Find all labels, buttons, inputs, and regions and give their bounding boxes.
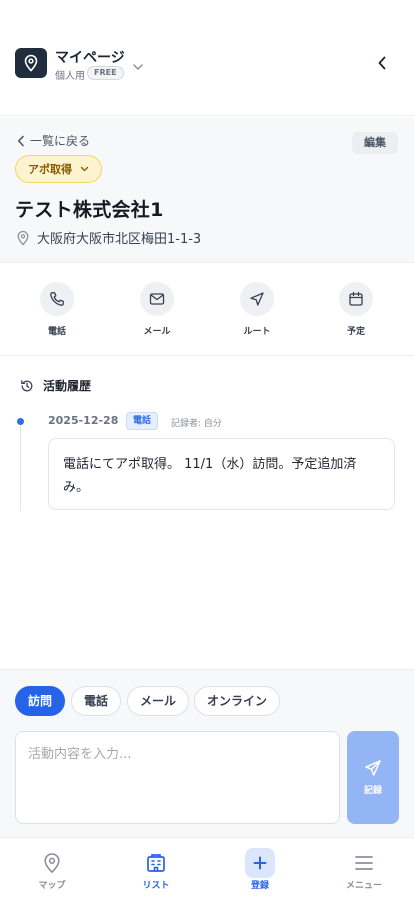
entry-author: 記録者: 自分 [171, 419, 222, 429]
mail-label: メール [143, 327, 171, 337]
entry-date: 2025-12-28 [48, 414, 119, 427]
schedule-label: 予定 [346, 327, 365, 337]
tab-register-label: 登録 [250, 881, 269, 891]
workspace-name[interactable]: マイページ [55, 47, 125, 67]
plan-badge: FREE [87, 66, 124, 80]
chip-phone[interactable]: 電話 [71, 686, 122, 716]
call-action[interactable]: 電話 [27, 282, 87, 337]
status-label: アポ取得 [28, 163, 72, 176]
tab-list[interactable]: リスト [121, 850, 191, 891]
chip-mail[interactable]: メール [127, 686, 190, 716]
timeline-dot [17, 418, 24, 425]
back-label: 一覧に戻る [30, 134, 91, 148]
plus-icon-wrap [225, 848, 295, 878]
history-icon [21, 379, 33, 391]
menu-icon [329, 850, 399, 876]
record-label: 記録 [363, 786, 382, 796]
tab-list-label: リスト [142, 881, 170, 891]
mail-action[interactable]: メール [127, 282, 187, 337]
call-label: 電話 [47, 327, 66, 337]
map-pin-icon [17, 230, 29, 245]
chip-visit[interactable]: 訪問 [15, 686, 66, 716]
quick-actions: 電話 メール ルート 予定 [0, 264, 414, 356]
history-header: 活動履歴 [20, 377, 91, 394]
activity-input[interactable] [15, 731, 340, 824]
activity-history: 活動履歴 2025-12-28 電話 記録者: 自分 電話にてアポ取得。 11/… [0, 357, 414, 669]
navigation-icon [240, 282, 274, 316]
company-name: テスト株式会社1 [15, 199, 164, 221]
calendar-icon [339, 282, 373, 316]
company-detail: 一覧に戻る 編集 アポ取得 テスト株式会社1 大阪府大阪市北区梅田1-1-3 [0, 117, 414, 263]
building-icon [121, 850, 191, 876]
edit-button[interactable]: 編集 [352, 132, 398, 154]
back-to-list-link[interactable]: 一覧に戻る [17, 132, 90, 149]
address-row: 大阪府大阪市北区梅田1-1-3 [16, 228, 201, 247]
entry-type-badge: 電話 [126, 412, 159, 430]
chevron-down-icon [80, 166, 89, 172]
tab-menu[interactable]: メニュー [329, 850, 399, 891]
mail-icon [140, 282, 174, 316]
plan-label: 個人用 [55, 71, 85, 82]
send-icon [365, 760, 381, 776]
history-title: 活動履歴 [43, 379, 92, 393]
tab-menu-label: メニュー [345, 881, 382, 891]
route-action[interactable]: ルート [227, 282, 287, 337]
phone-icon [40, 282, 74, 316]
activity-composer: 訪問 電話 メール オンライン 記録 [0, 669, 414, 837]
schedule-action[interactable]: 予定 [326, 282, 386, 337]
tab-map[interactable]: マップ [17, 850, 87, 891]
status-dropdown[interactable]: アポ取得 [15, 155, 102, 183]
collapse-button[interactable] [372, 52, 392, 74]
timeline-line [20, 421, 21, 511]
app-header: マイページ 個人用 FREE [0, 0, 414, 116]
tab-register[interactable]: 登録 [225, 848, 295, 891]
bottom-tab-bar: マップ リスト 登録 メニュー [0, 837, 414, 900]
plus-icon [245, 848, 275, 878]
address-text: 大阪府大阪市北区梅田1-1-3 [37, 232, 202, 247]
chevron-down-icon[interactable] [132, 56, 144, 75]
record-button[interactable]: 記録 [347, 731, 399, 824]
location-pin-logo-icon [15, 48, 47, 78]
entry-note[interactable]: 電話にてアポ取得。 11/1（水）訪問。予定追加済み。 [48, 438, 395, 510]
map-pin-icon [17, 850, 87, 876]
route-label: ルート [243, 327, 271, 337]
tab-map-label: マップ [38, 881, 66, 891]
chevron-left-icon [18, 135, 24, 146]
chip-online[interactable]: オンライン [194, 686, 281, 716]
